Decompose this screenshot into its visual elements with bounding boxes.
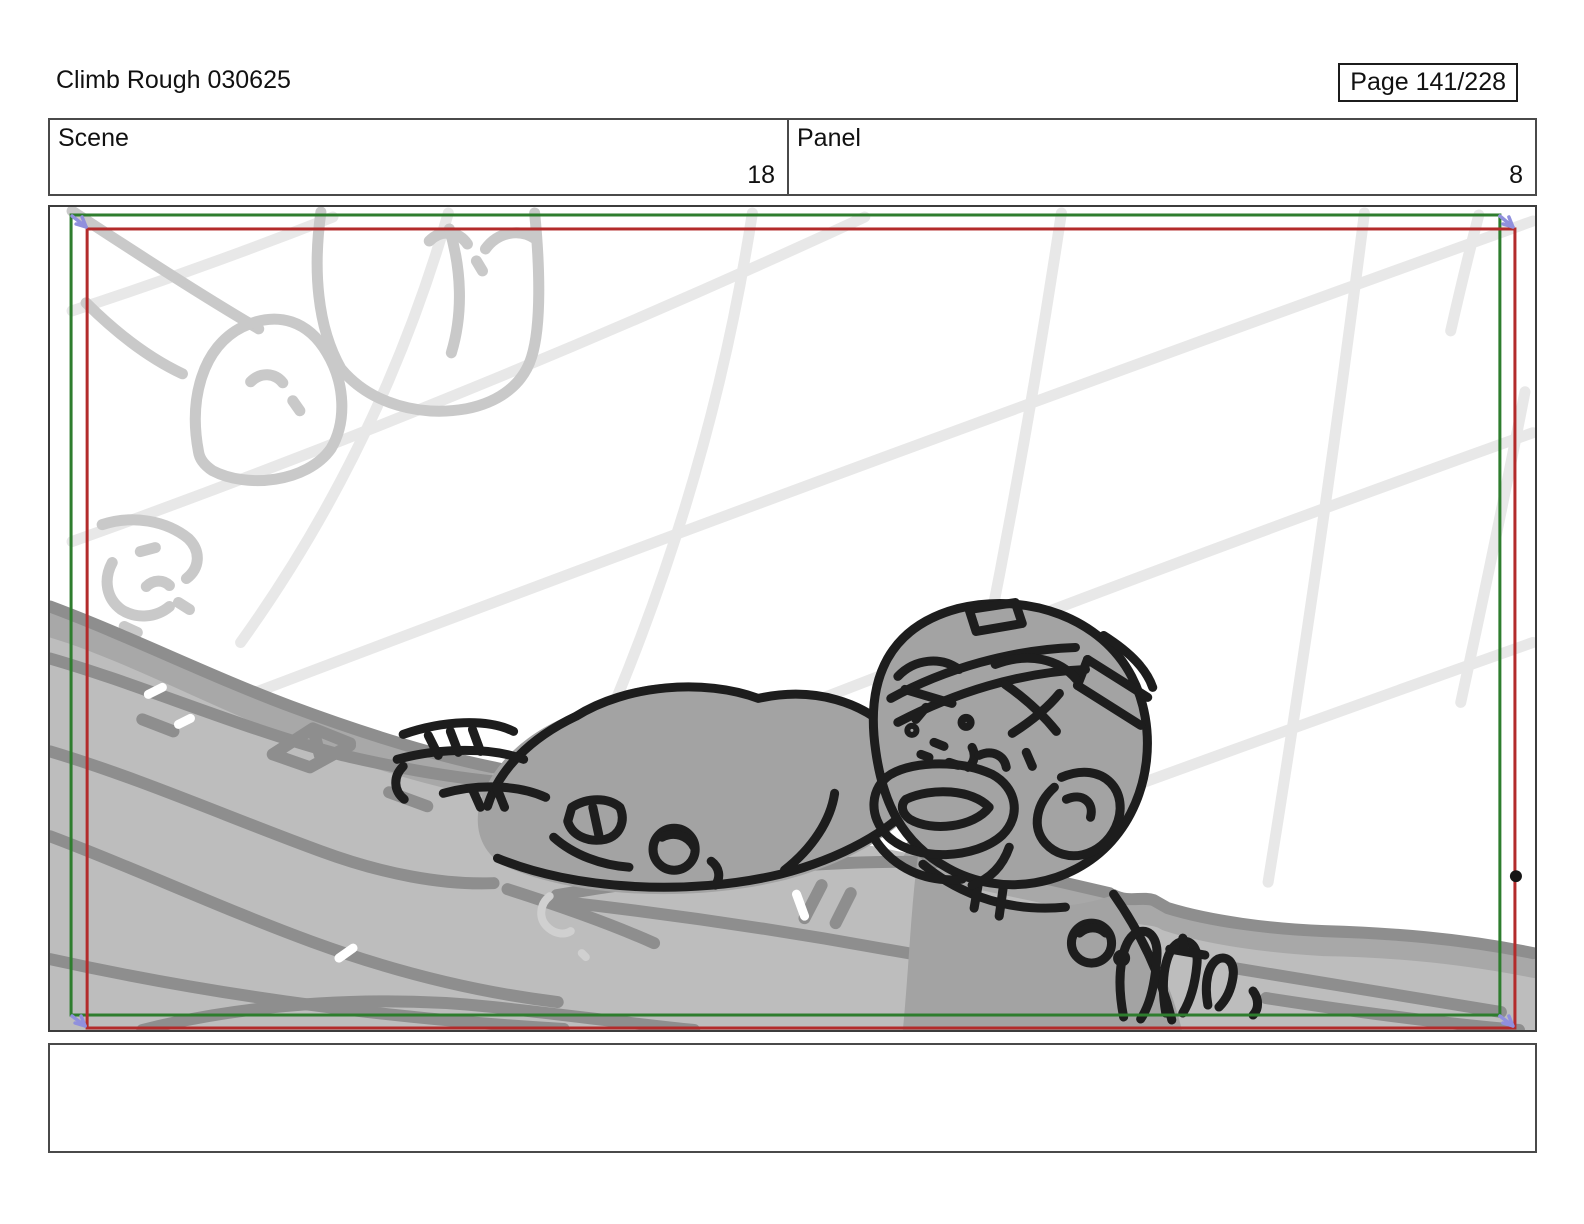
storyboard-sketch — [50, 207, 1535, 1030]
page-number-box: Page 141/228 — [1338, 63, 1518, 102]
storyboard-page: Climb Rough 030625 Page 141/228 Scene 18… — [0, 0, 1584, 1224]
caption-box — [48, 1043, 1537, 1153]
panel-cell: Panel 8 — [789, 120, 1535, 194]
scene-value: 18 — [747, 161, 775, 189]
stray-ink-dot — [1509, 870, 1522, 883]
panel-value: 8 — [1509, 161, 1523, 189]
panel-label: Panel — [797, 124, 861, 152]
project-title: Climb Rough 030625 — [56, 66, 291, 94]
storyboard-panel — [48, 205, 1537, 1032]
scene-panel-table: Scene 18 Panel 8 — [48, 118, 1537, 196]
scene-cell: Scene 18 — [50, 120, 789, 194]
scene-label: Scene — [58, 124, 129, 152]
